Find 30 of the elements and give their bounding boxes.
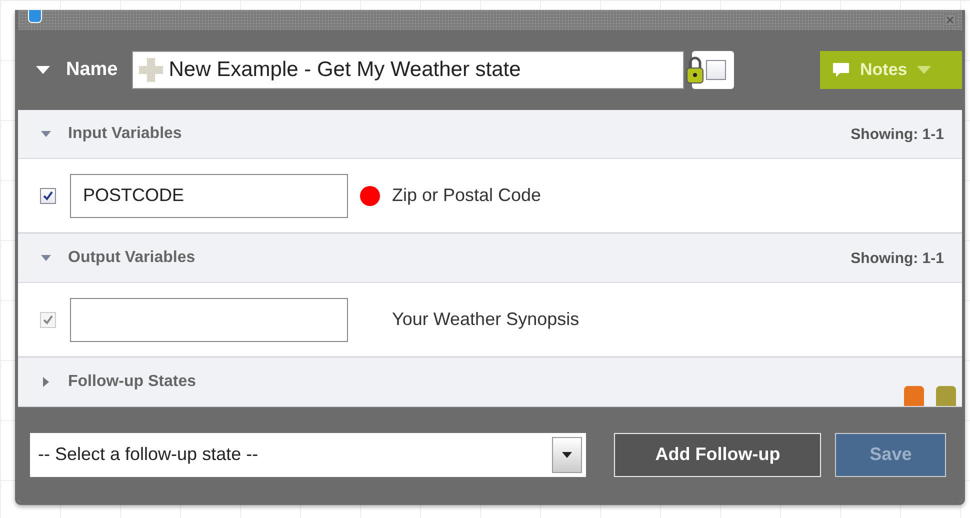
section-header[interactable]: Output Variables Showing: 1-1 (18, 234, 962, 283)
checkmark-icon (42, 314, 54, 326)
section-title: Input Variables (68, 125, 182, 143)
variable-description: Your Weather Synopsis (392, 309, 580, 330)
variable-field[interactable]: POSTCODE (70, 174, 348, 218)
padlock-icon (686, 56, 704, 84)
variable-checkbox[interactable] (40, 188, 56, 204)
section-header[interactable]: Follow-up States (18, 358, 962, 407)
close-icon[interactable] (944, 14, 956, 26)
plus-icon (138, 58, 163, 82)
collapse-triangle-icon[interactable] (36, 65, 50, 75)
checkmark-icon (42, 190, 54, 202)
section-title: Follow-up States (68, 373, 196, 391)
add-follow-up-button[interactable]: Add Follow-up (614, 432, 822, 476)
variable-field[interactable] (70, 298, 348, 342)
dropdown-arrow-icon (562, 452, 572, 458)
color-swatch[interactable] (904, 386, 924, 406)
section-title: Output Variables (68, 249, 196, 267)
variable-description: Zip or Postal Code (392, 185, 542, 206)
section-header[interactable]: Input Variables Showing: 1-1 (18, 110, 962, 159)
showing-count: Showing: 1-1 (850, 126, 944, 142)
speech-bubble-icon (832, 62, 850, 78)
caret-icon (917, 65, 932, 75)
name-label: Name (66, 59, 118, 81)
showing-count: Showing: 1-1 (850, 250, 944, 266)
name-field[interactable]: New Example - Get My Weather state (132, 51, 684, 89)
lock-checkbox[interactable] (706, 60, 726, 80)
color-swatch[interactable] (936, 386, 956, 406)
window-tab-icon[interactable] (28, 10, 42, 23)
follow-up-select[interactable]: -- Select a follow-up state -- (30, 432, 586, 476)
